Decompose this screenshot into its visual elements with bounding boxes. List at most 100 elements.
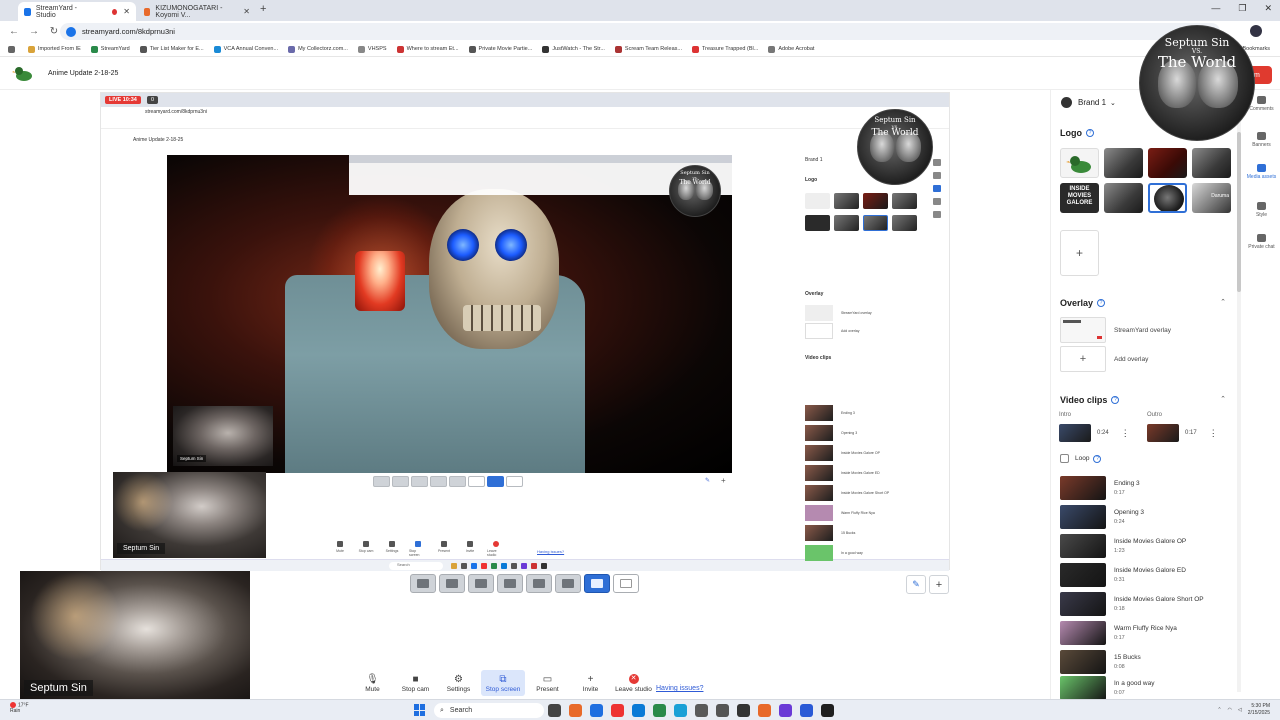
add-logo-button[interactable]: + — [1060, 230, 1099, 276]
clock[interactable]: 5:30 PM 2/15/2025 — [1248, 703, 1270, 717]
bookmark-item[interactable]: Private Movie Partie... — [468, 45, 532, 53]
task-view-icon[interactable] — [548, 704, 561, 717]
sidebar-item-style[interactable]: Style — [1243, 202, 1280, 218]
weather-widget[interactable]: 17°F Rain — [10, 702, 29, 714]
close-window-icon[interactable]: ✕ — [1264, 3, 1272, 14]
bookmark-item[interactable]: My Collectorz.com... — [288, 45, 348, 53]
app-icon[interactable] — [716, 704, 729, 717]
app-icon[interactable] — [590, 704, 603, 717]
video-clip-item[interactable]: In a good way 0:07 — [1060, 675, 1240, 701]
bookmark-item[interactable]: JustWatch - The Str... — [542, 45, 605, 53]
logo-tile[interactable] — [1192, 148, 1231, 178]
bookmark-item[interactable]: VHSPS — [357, 45, 387, 53]
layout-thin-button[interactable] — [468, 574, 494, 593]
bookmark-item[interactable]: Tier List Maker for E... — [139, 45, 204, 53]
logo-tile[interactable] — [1104, 183, 1143, 213]
layout-blank-button[interactable] — [613, 574, 639, 593]
intro-clip[interactable]: 0:24 ⋮ — [1059, 424, 1130, 442]
having-issues-link[interactable]: Having issues? — [656, 685, 703, 692]
site-info-icon[interactable] — [66, 26, 76, 37]
volume-icon[interactable]: ◁ — [1238, 707, 1242, 713]
app-icon[interactable] — [800, 704, 813, 717]
video-clip-item[interactable]: Ending 3 0:17 — [1060, 475, 1240, 501]
outro-clip[interactable]: 0:17 ⋮ — [1147, 424, 1218, 442]
apps-icon[interactable] — [8, 45, 18, 53]
tab-kizumonogatari[interactable]: KIZUMONOGATARI -Koyomi V... ✕ — [138, 2, 256, 21]
layout-side-button[interactable] — [555, 574, 581, 593]
sidebar-item-private-chat[interactable]: Private chat — [1243, 234, 1280, 250]
mute-button[interactable]: 🎙 Mute — [352, 670, 393, 696]
bookmark-item[interactable]: StreamYard — [90, 45, 130, 53]
edit-layout-button[interactable]: ✎ — [906, 575, 926, 594]
reload-icon[interactable]: ↻ — [48, 26, 60, 37]
forward-icon[interactable]: → — [28, 26, 40, 37]
bookmark-item[interactable]: Adobe Acrobat — [768, 45, 814, 53]
bookmark-item[interactable]: VCA Annual Conven... — [213, 45, 278, 53]
app-icon[interactable] — [779, 704, 792, 717]
stop-screen-button[interactable]: ⧉ Stop screen — [481, 670, 525, 696]
logo-tile-selected[interactable] — [1148, 183, 1187, 213]
chevron-up-icon[interactable]: ⌃ — [1220, 298, 1226, 306]
loop-toggle[interactable]: Loop ? — [1060, 454, 1102, 463]
video-clip-item[interactable]: Warm Fluffy Rice Nya 0:17 — [1060, 620, 1240, 646]
broadcast-title[interactable]: Anime Update 2-18-25 — [48, 70, 118, 77]
help-icon[interactable]: ? — [1093, 454, 1102, 463]
chevron-up-icon[interactable]: ⌃ — [1217, 707, 1221, 713]
video-clip-item[interactable]: Inside Movies Galore Short OP 0:18 — [1060, 591, 1240, 617]
bookmark-item[interactable]: Treasure Trapped (Bl... — [691, 45, 758, 53]
overlay-item[interactable]: StreamYard overlay — [1060, 317, 1171, 343]
app-icon[interactable] — [695, 704, 708, 717]
help-icon[interactable]: ? — [1097, 299, 1106, 307]
sidebar-item-banners[interactable]: Banners — [1243, 132, 1280, 148]
more-options-icon[interactable]: ⋮ — [1121, 428, 1130, 439]
bookmark-item[interactable]: Scream Team Releas... — [614, 45, 682, 53]
chrome-icon[interactable] — [611, 704, 624, 717]
chevron-up-icon[interactable]: ⌃ — [1220, 395, 1226, 403]
taskbar-search[interactable]: ⌕ Search — [434, 703, 544, 718]
stop-cam-button[interactable]: ■ Stop cam — [395, 670, 436, 696]
logo-tile[interactable] — [1148, 148, 1187, 178]
camera-tile[interactable]: Septum Sin — [113, 472, 266, 558]
back-icon[interactable]: ← — [8, 26, 20, 37]
video-clip-item[interactable]: 15 Bucks 0:08 — [1060, 649, 1240, 675]
minimize-icon[interactable]: — — [1211, 3, 1220, 14]
app-icon[interactable] — [674, 704, 687, 717]
app-icon[interactable] — [737, 704, 750, 717]
bookmark-item[interactable]: Imported From IE — [28, 45, 81, 53]
layout-solo-button[interactable] — [410, 574, 436, 593]
brand-selector[interactable]: Brand 1 ⌄ — [1061, 97, 1116, 108]
edge-icon[interactable] — [632, 704, 645, 717]
sidebar-item-media-assets[interactable]: Media assets — [1243, 164, 1280, 180]
logo-tile[interactable]: INSIDE MOVIES GALORE — [1060, 183, 1099, 213]
layout-pip-button[interactable] — [526, 574, 552, 593]
logo-tile[interactable]: Daruma — [1192, 183, 1231, 213]
settings-button[interactable]: ⚙ Settings — [438, 670, 479, 696]
loop-checkbox[interactable] — [1060, 454, 1069, 463]
present-button[interactable]: ▭ Present — [527, 670, 568, 696]
video-clip-item[interactable]: Opening 3 0:24 — [1060, 504, 1240, 530]
logo-tile[interactable] — [1104, 148, 1143, 178]
video-clip-item[interactable]: Inside Movies Galore ED 0:31 — [1060, 562, 1240, 588]
app-icon[interactable] — [821, 704, 834, 717]
add-overlay-button[interactable]: + Add overlay — [1060, 346, 1148, 372]
windows-start-icon[interactable] — [414, 704, 426, 716]
invite-button[interactable]: + Invite — [570, 670, 611, 696]
help-icon[interactable]: ? — [1086, 129, 1094, 137]
url-input[interactable]: streamyard.com/8kdprnu3ni — [60, 23, 1220, 40]
close-tab-icon[interactable]: ✕ — [123, 7, 130, 16]
new-tab-icon[interactable]: + — [260, 3, 266, 15]
panel-scrollbar[interactable] — [1237, 92, 1241, 692]
video-clip-item[interactable]: Inside Movies Galore OP 1:23 — [1060, 533, 1240, 559]
layout-group-button[interactable] — [439, 574, 465, 593]
layout-screen-button[interactable] — [584, 574, 610, 593]
logo-tile[interactable] — [1060, 148, 1099, 178]
tab-streamyard[interactable]: StreamYard - Studio ✕ — [18, 2, 136, 21]
maximize-icon[interactable]: ❐ — [1238, 3, 1246, 14]
leave-studio-button[interactable]: ✕ Leave studio — [613, 670, 654, 696]
layout-leader-button[interactable] — [497, 574, 523, 593]
app-icon[interactable] — [569, 704, 582, 717]
wifi-icon[interactable]: ◠ — [1228, 707, 1232, 713]
self-camera-preview[interactable]: Septum Sin — [20, 571, 250, 700]
more-options-icon[interactable]: ⋮ — [1209, 428, 1218, 439]
app-icon[interactable] — [758, 704, 771, 717]
